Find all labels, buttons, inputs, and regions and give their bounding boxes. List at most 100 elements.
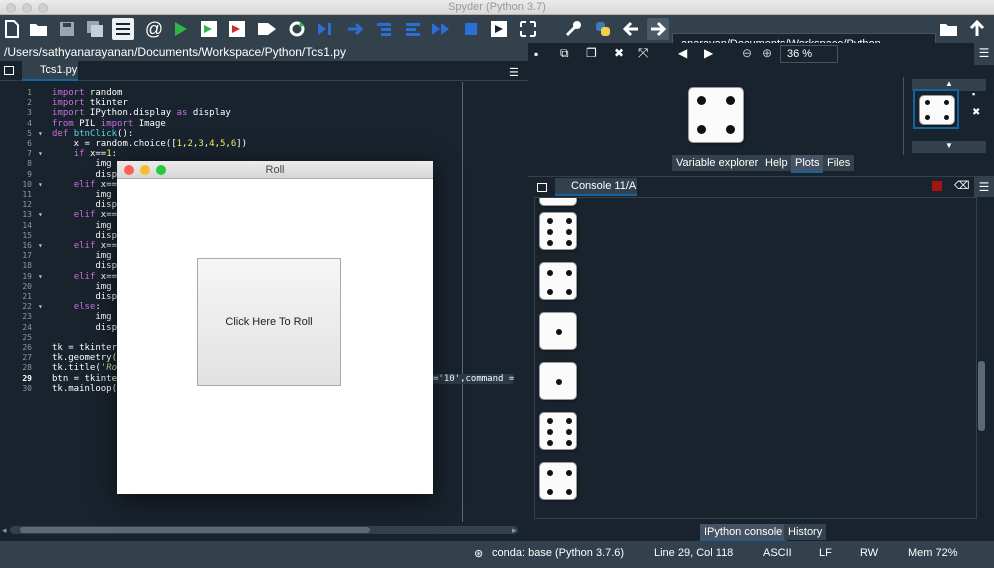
outline-icon[interactable] [112,18,134,40]
remove-plot-icon[interactable]: ✖ [614,46,624,60]
console-options-icon[interactable]: ☰ [974,177,994,197]
editor-options-icon[interactable]: ☰ [509,66,519,79]
scroll-right-icon[interactable]: ▸ [512,525,517,536]
fold-marker-icon[interactable]: ▾ [38,149,46,159]
tab-help[interactable]: Help [761,155,792,171]
line-number: 16 [22,241,32,250]
line-number: 29 [22,373,32,383]
console-die-6 [539,212,577,250]
run-file-frame-icon[interactable] [488,18,510,40]
save-all-plots-icon[interactable]: ⧉ [560,46,569,61]
tab-console[interactable]: Console 11/A [555,178,637,196]
die-pip [546,469,553,476]
maximize-icon[interactable] [517,18,539,40]
die-pip [565,469,572,476]
tab-files[interactable]: Files [823,155,855,171]
debug-icon[interactable] [313,18,335,40]
wrench-icon[interactable] [562,18,584,40]
console-tab-label: Console 11/A [571,180,637,192]
step-return-icon[interactable] [402,18,424,40]
tab-plots[interactable]: Plots [791,155,824,173]
fold-marker-icon[interactable]: ▾ [38,241,46,251]
die-pip [546,269,553,276]
tab-tcs1[interactable]: Tcs1.py [22,61,78,81]
continue-icon[interactable] [430,18,452,40]
step-into-icon[interactable] [373,18,395,40]
close-thumb-icon[interactable]: ✖ [972,107,980,118]
conda-icon: ⊛ [474,548,484,560]
parent-directory-icon[interactable] [966,18,988,40]
at-sign-icon[interactable]: @ [143,18,165,40]
run-cell-advance-icon[interactable] [226,18,248,40]
console-output[interactable] [534,197,986,519]
scroll-left-icon[interactable]: ◂ [2,525,7,536]
die-pip [546,240,553,247]
stop-icon[interactable] [460,18,482,40]
run-icon[interactable] [170,18,192,40]
restart-icon[interactable] [286,18,308,40]
browse-tabs-icon[interactable] [4,66,14,75]
fold-marker-icon[interactable]: ▾ [38,272,46,282]
tab-ipython-console[interactable]: IPython console [700,524,787,542]
die-pip [556,379,562,385]
editor-scrollbar-thumb[interactable] [20,527,370,533]
fold-marker-icon[interactable]: ▾ [38,180,46,190]
run-cell-icon[interactable] [198,18,220,40]
fold-marker-icon[interactable]: ▾ [38,210,46,220]
copy-plot-icon[interactable]: ❐ [586,46,597,60]
window-titlebar: Spyder (Python 3.7) [0,0,994,15]
zoom-in-icon[interactable]: ⊕ [762,46,772,60]
plots-options-icon[interactable]: ☰ [974,43,994,65]
code-line: import tkinter [52,98,128,109]
right-pane: ▪ ⧉ ❐ ✖ ⤧ ◀ ▶ ⊖ ⊕ 36 % ☰ ▲ ▪ ✖ ▼ Variabl… [528,43,994,568]
next-plot-icon[interactable]: ▶ [704,46,713,60]
thumb-scroll-down-icon[interactable]: ▼ [912,141,986,153]
line-number: 6 [27,139,32,148]
fold-marker-icon[interactable]: ▾ [38,302,46,312]
tab-history[interactable]: History [784,524,827,540]
code-line: img = [52,159,123,170]
python-icon[interactable] [592,18,614,40]
browse-folder-icon[interactable] [938,18,960,40]
browse-console-tabs-icon[interactable] [537,183,547,192]
save-thumb-icon[interactable]: ▪ [972,89,975,99]
save-plot-icon[interactable]: ▪ [534,47,538,61]
code-line: import IPython.display as display [52,108,231,119]
edge-line [462,82,463,522]
roll-button[interactable]: Click Here To Roll [197,258,341,386]
tab-variable-explorer[interactable]: Variable explorer [672,155,763,171]
line-number: 12 [22,200,32,210]
save-icon[interactable] [56,18,78,40]
console-die-1 [539,312,577,350]
code-line: img [52,190,112,200]
forward-icon[interactable] [647,18,669,40]
step-icon[interactable] [344,18,366,40]
open-file-icon[interactable] [28,18,50,40]
save-all-icon[interactable] [84,18,106,40]
fold-marker-icon[interactable]: ▾ [38,129,46,139]
die-pip [565,288,572,295]
code-line: tk.title('Ro [52,363,118,374]
line-number: 11 [22,190,32,199]
code-line: img [52,220,112,231]
line-number: 25 [22,332,32,342]
line-number: 28 [22,363,32,373]
line-endings: LF [819,547,832,559]
zoom-input[interactable]: 36 % [780,45,838,63]
code-line: x = random.choice([1,2,3,4,5,6]) [52,139,248,149]
console-scrollbar-thumb[interactable] [978,361,985,431]
interrupt-kernel-icon[interactable] [932,181,942,191]
line-number: 7 [27,149,32,159]
status-bar: ⊛ conda: base (Python 3.7.6) Line 29, Co… [0,541,994,568]
clear-console-icon[interactable]: ⌫ [954,179,970,192]
back-icon[interactable] [620,18,642,40]
new-file-icon[interactable] [1,18,23,40]
remove-all-plots-icon[interactable]: ⤧ [638,45,648,61]
zoom-out-icon[interactable]: ⊖ [742,46,752,60]
main-toolbar: @ anarayan/Documents/Workspace/Python [0,15,994,55]
code-line: img [52,251,112,262]
console-scrollbar[interactable] [976,197,986,519]
previous-plot-icon[interactable]: ◀ [678,46,687,60]
run-selection-icon[interactable] [256,18,278,40]
plot-thumbnail[interactable] [913,89,959,129]
